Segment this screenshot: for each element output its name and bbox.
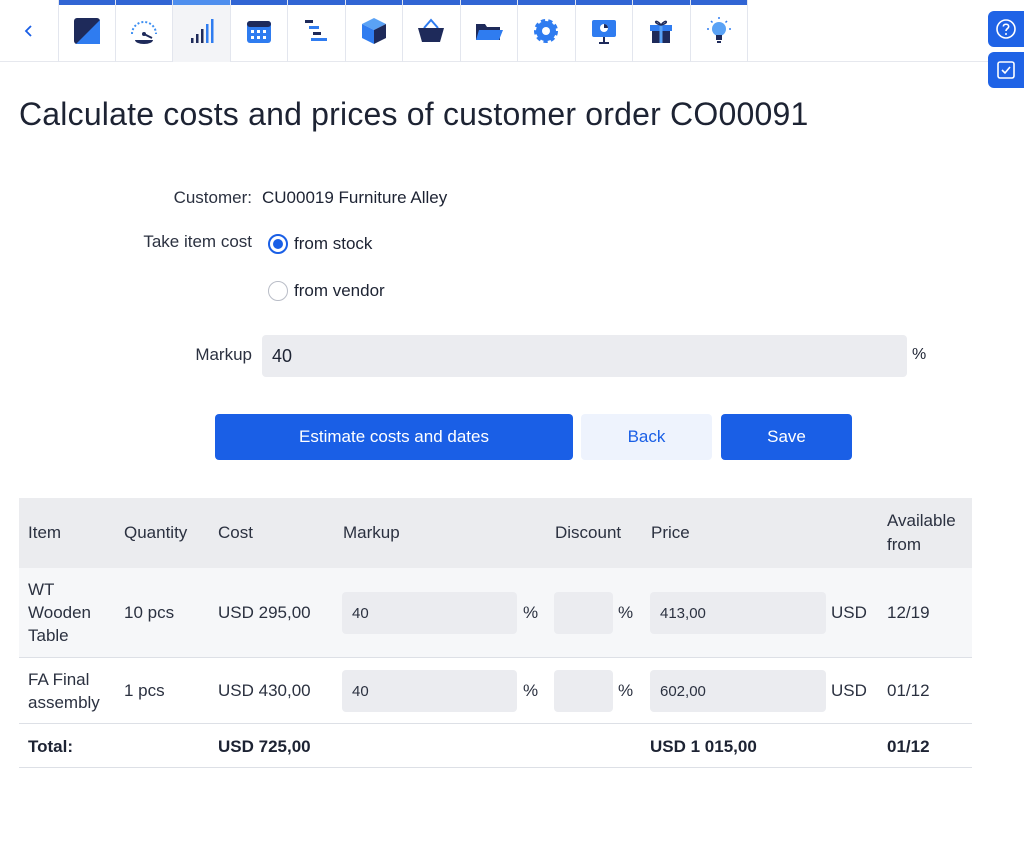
row-quantity: 1 pcs — [124, 681, 165, 700]
row-item: FA Final assembly — [28, 670, 100, 712]
markup-unit: % — [912, 346, 927, 363]
gantt-icon — [305, 20, 328, 41]
table-header: Item Quantity Cost Markup Discount Price… — [19, 498, 972, 568]
tasks-button[interactable] — [988, 52, 1024, 88]
folder-icon — [475, 24, 503, 40]
row-item: WT Wooden Table — [28, 580, 92, 645]
row-markup-input[interactable]: 40 — [342, 670, 517, 712]
tab-dashboard[interactable] — [58, 0, 116, 62]
tab-presentation[interactable] — [575, 0, 633, 62]
markup-label: Markup — [195, 345, 252, 364]
tab-gift[interactable] — [633, 0, 691, 62]
estimate-button[interactable]: Estimate costs and dates — [215, 414, 573, 460]
top-toolbar — [0, 0, 988, 62]
table-row: WT Wooden Table 10 pcs USD 295,00 40 % %… — [19, 568, 972, 658]
checkbox-icon — [997, 61, 1015, 79]
presentation-icon — [591, 20, 616, 44]
back-button[interactable]: Back — [581, 414, 712, 460]
radio-from-vendor[interactable] — [268, 281, 288, 301]
customer-value: CU00019 Furniture Alley — [262, 188, 448, 207]
total-cost: USD 725,00 — [218, 737, 311, 756]
save-button[interactable]: Save — [721, 414, 852, 460]
tab-settings[interactable] — [518, 0, 576, 62]
cost-table: Item Quantity Cost Markup Discount Price… — [19, 498, 972, 768]
speedometer-icon — [130, 21, 157, 44]
dashboard-logo-icon — [73, 18, 100, 44]
radio-from-stock-label[interactable]: from stock — [294, 234, 372, 254]
tab-folder[interactable] — [460, 0, 518, 62]
row-discount-unit: % — [618, 603, 634, 622]
radio-from-vendor-label[interactable]: from vendor — [294, 281, 385, 301]
header-item: Item — [28, 523, 62, 542]
tab-bar-chart[interactable] — [173, 0, 231, 62]
row-price-input[interactable]: 602,00 — [650, 670, 826, 712]
tab-basket[interactable] — [403, 0, 461, 62]
help-icon — [996, 19, 1016, 39]
header-discount: Discount — [555, 523, 622, 542]
tab-speedometer[interactable] — [115, 0, 173, 62]
row-available: 12/19 — [887, 603, 930, 622]
help-button[interactable] — [988, 11, 1024, 47]
lightbulb-icon — [706, 17, 731, 43]
customer-label: Customer: — [173, 188, 252, 207]
gift-icon — [650, 20, 673, 43]
row-markup-unit: % — [523, 603, 539, 622]
row-price-currency: USD — [831, 603, 867, 622]
calendar-icon — [246, 21, 271, 43]
header-price: Price — [651, 523, 690, 542]
bar-chart-icon — [191, 19, 214, 43]
header-cost: Cost — [218, 523, 253, 542]
total-price: USD 1 015,00 — [650, 737, 757, 756]
header-available-from: Available from — [887, 511, 956, 554]
table-row: FA Final assembly 1 pcs USD 430,00 40 % … — [19, 658, 972, 724]
tab-ideas[interactable] — [690, 0, 748, 62]
tab-gantt[interactable] — [288, 0, 346, 62]
header-quantity: Quantity — [124, 523, 188, 542]
module-tabs — [58, 0, 748, 62]
row-price-currency: USD — [831, 681, 867, 700]
gear-icon — [534, 19, 559, 43]
table-total-row: Total: USD 725,00 USD 1 015,00 01/12 — [19, 724, 972, 768]
box-icon — [361, 18, 386, 44]
row-markup-unit: % — [523, 681, 539, 700]
row-price-input[interactable]: 413,00 — [650, 592, 826, 634]
row-markup-input[interactable]: 40 — [342, 592, 517, 634]
tab-calendar[interactable] — [230, 0, 288, 62]
markup-input[interactable] — [262, 335, 907, 377]
row-cost: USD 295,00 — [218, 603, 311, 622]
row-available: 01/12 — [887, 681, 930, 700]
tab-box[interactable] — [345, 0, 403, 62]
total-label: Total: — [28, 737, 74, 756]
row-quantity: 10 pcs — [124, 603, 175, 622]
chevron-left-icon — [24, 25, 32, 37]
basket-icon — [418, 18, 445, 42]
row-discount-unit: % — [618, 681, 634, 700]
total-available: 01/12 — [887, 737, 930, 756]
header-markup: Markup — [343, 523, 400, 542]
back-nav-button[interactable] — [0, 0, 58, 62]
item-cost-label: Take item cost — [143, 232, 252, 251]
row-discount-input[interactable] — [554, 670, 613, 712]
radio-from-stock[interactable] — [268, 234, 288, 254]
row-discount-input[interactable] — [554, 592, 613, 634]
row-cost: USD 430,00 — [218, 681, 311, 700]
page-title: Calculate costs and prices of customer o… — [19, 96, 809, 132]
